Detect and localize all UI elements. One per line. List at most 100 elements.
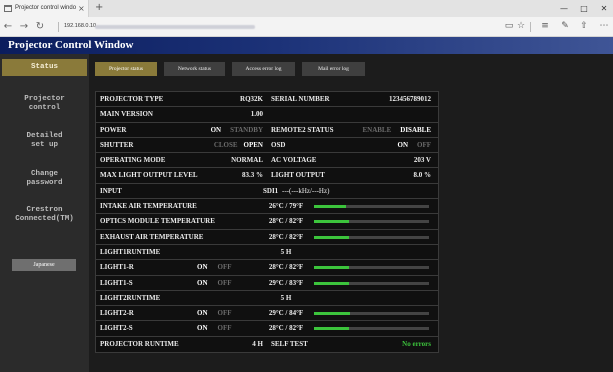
max-light-output-level-value: 83.3 % [242,171,263,180]
light1-runtime-label: LIGHT1RUNTIME [100,247,161,256]
remote2-enable-indicator: ENABLE [362,125,392,134]
input-label: INPUT [100,186,122,195]
osd-state: ON OFF [398,138,432,152]
light2-r-off-indicator: OFF [217,309,232,318]
sidebar-item-crestron-connected[interactable]: Crestron Connected(TM) [2,206,87,224]
optics-module-temperature-label: OPTICS MODULE TEMPERATURE [100,217,215,226]
sidebar: Status Projector control Detailed set up… [0,54,89,372]
forward-arrow-icon[interactable]: → [17,17,31,36]
projector-type-label: PROJECTOR TYPE [100,95,164,103]
sidebar-item-label: Change [30,170,58,178]
serial-number-value: 123456789012 [389,95,431,103]
projector-runtime-value: 4 H [252,339,263,348]
japanese-language-button[interactable]: Japanese [12,259,76,271]
table-row: LIGHT2-S ON OFF 28°C / 82°F [96,321,438,337]
table-row: MAIN VERSION 1.00 [96,107,438,123]
temperature-bar [314,220,429,224]
refresh-icon[interactable]: ↻ [33,17,47,36]
table-row: MAX LIGHT OUTPUT LEVEL 83.3 % LIGHT OUTP… [96,168,438,184]
light2-s-off-indicator: OFF [217,324,232,333]
light1-r-label: LIGHT1-R [100,263,134,272]
tab-access-error-log[interactable]: Access error log [232,62,295,76]
main-content: Projector status Network status Access e… [89,54,613,372]
window-close-icon[interactable]: ✕ [597,0,611,17]
temperature-bar-fill [314,327,349,331]
light1-s-temperature: 29°C / 83°F [268,278,304,287]
maximize-icon[interactable]: □ [577,0,591,17]
star-icon[interactable]: ☆ [514,17,528,36]
remote2-state: ENABLE DISABLE [362,123,431,137]
temperature-bar-fill [314,220,349,224]
intake-air-temperature-label: INTAKE AIR TEMPERATURE [100,202,197,211]
tab-network-status[interactable]: Network status [164,62,225,76]
light1-s-on-indicator: ON [197,278,208,287]
shutter-label: SHUTTER [100,140,134,149]
temperature-bar [314,281,429,285]
ac-voltage-value: 203 V [413,156,431,165]
osd-on-indicator: ON [397,140,409,149]
light2-s-state: ON OFF [197,321,232,335]
temperature-bar-fill [314,235,349,239]
navigation-bar: ← → ↻ 192.168.0.10 ▭ ☆ ≡ ✎ ⇧ ⋯ [0,17,613,37]
table-row: INPUT SDI1 ---(---kHz/---Hz) [96,184,438,200]
light2-runtime-label: LIGHT2RUNTIME [100,293,161,302]
input-signal: ---(---kHz/---Hz) [282,186,330,195]
temperature-bar [314,327,429,331]
page-icon [4,5,12,12]
sidebar-item-projector-control[interactable]: Projector control [2,95,87,113]
minimize-icon[interactable]: — [557,0,571,17]
light1-s-label: LIGHT1-S [100,278,133,287]
sidebar-item-label: Connected(TM) [15,215,74,223]
table-row: LIGHT2-R ON OFF 29°C / 84°F [96,306,438,322]
tab-title: Projector control windo [15,5,77,11]
tab-mail-error-log[interactable]: Mail error log [302,62,365,76]
light2-r-on-indicator: ON [197,309,208,318]
max-light-output-level-label: MAX LIGHT OUTPUT LEVEL [100,171,198,180]
table-row: OPERATING MODE NORMAL AC VOLTAGE 203 V [96,153,438,169]
more-icon[interactable]: ⋯ [597,17,611,36]
back-arrow-icon[interactable]: ← [1,17,15,36]
table-row: EXHAUST AIR TEMPERATURE 28°C / 82°F [96,230,438,245]
light2-s-temperature: 28°C / 82°F [268,324,304,333]
exhaust-air-temperature-value: 28°C / 82°F [268,232,304,241]
optics-module-temperature-value: 28°C / 82°F [268,217,304,226]
light2-r-state: ON OFF [197,306,232,320]
light2-runtime-value: 5 H [280,293,292,302]
tab-close-icon[interactable]: × [78,0,85,17]
address-path-blurred [95,25,255,29]
sidebar-item-label: control [28,104,61,112]
table-row: OPTICS MODULE TEMPERATURE 28°C / 82°F [96,214,438,230]
sidebar-item-change-password[interactable]: Change password [2,170,87,188]
power-standby-indicator: STANDBY [230,125,263,134]
sidebar-item-detailed-set-up[interactable]: Detailed set up [2,132,87,150]
browser-window: Projector control windo × + — □ ✕ ← → ↻ … [0,0,613,372]
serial-number-label: SERIAL NUMBER [271,95,330,103]
shutter-open-indicator: OPEN [243,140,263,149]
light1-r-temperature: 28°C / 82°F [268,263,304,272]
intake-air-temperature-value: 26°C / 79°F [268,202,304,211]
share-icon[interactable]: ⇧ [577,17,591,36]
self-test-label: SELF TEST [271,339,308,348]
projector-runtime-label: PROJECTOR RUNTIME [100,339,179,348]
main-version-value: 1.00 [250,110,263,119]
light1-r-state: ON OFF [197,260,232,274]
power-state: ON STANDBY [211,123,263,137]
temperature-bar-fill [314,281,349,285]
hub-icon[interactable]: ≡ [538,17,552,36]
web-note-icon[interactable]: ✎ [558,17,572,36]
browser-tab[interactable]: Projector control windo × [0,0,89,17]
address-bar[interactable]: 192.168.0.10 [64,17,96,36]
sidebar-item-label: set up [30,141,58,149]
temperature-bar-fill [314,266,349,270]
new-tab-icon[interactable]: + [95,0,103,16]
shutter-state: CLOSE OPEN [214,138,263,152]
temperature-bar [314,312,429,316]
tab-projector-status[interactable]: Projector status [95,62,157,76]
input-value: SDI1 [263,186,279,195]
table-row: LIGHT1-S ON OFF 29°C / 83°F [96,276,438,291]
temperature-bar [314,205,429,209]
osd-label: OSD [271,140,286,149]
sidebar-item-label: Detailed [26,132,63,140]
self-test-value: No errors [402,339,431,348]
sidebar-item-status[interactable]: Status [2,59,87,76]
